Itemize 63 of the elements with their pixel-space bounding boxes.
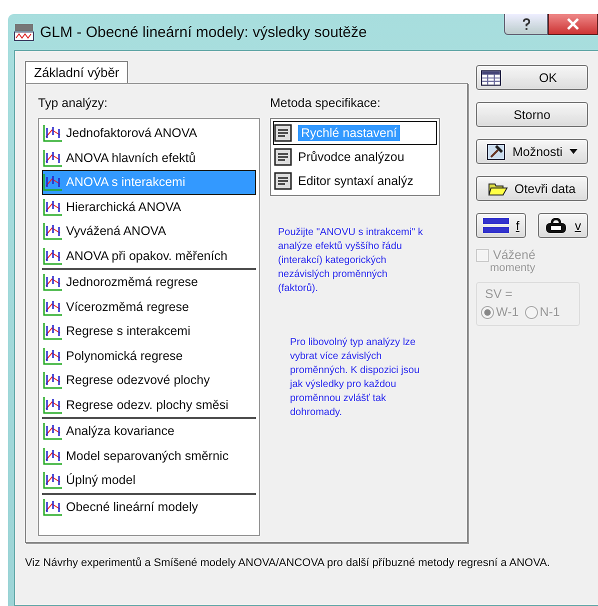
chart-icon: [43, 371, 63, 390]
chart-icon: [43, 148, 63, 167]
weights-button[interactable]: v: [538, 213, 588, 238]
chart-icon: [43, 173, 63, 192]
list-item[interactable]: Regrese odezv. plochy směsi: [42, 392, 256, 417]
chart-icon: [43, 222, 63, 240]
ok-button[interactable]: OK: [476, 65, 588, 90]
list-item[interactable]: Analýza kovariance: [42, 419, 256, 444]
folder-icon: [488, 180, 508, 196]
group-label: SV =: [485, 287, 512, 301]
chart-icon: [43, 396, 63, 414]
list-item[interactable]: Regrese s interakcemi: [42, 319, 256, 344]
list-item[interactable]: Hierarchická ANOVA: [42, 194, 256, 219]
list-item[interactable]: ANOVA při opakov. měřeních: [42, 244, 256, 268]
radio-label: N-1: [540, 305, 560, 319]
list-item[interactable]: Vícerozměmá regrese: [42, 294, 256, 319]
chart-icon: [43, 198, 63, 216]
list-item[interactable]: Regrese odezvové plochy: [42, 368, 256, 392]
chart-icon: [14, 23, 34, 41]
help-icon: [522, 18, 530, 30]
select-cases-button[interactable]: f: [476, 213, 526, 238]
list-item[interactable]: Vyvážená ANOVA: [42, 219, 256, 244]
document-icon: [274, 148, 292, 166]
section-label: Typ analýzy:: [38, 96, 108, 110]
chart-icon: [43, 298, 63, 316]
open-data-button[interactable]: Otevři data: [476, 176, 588, 201]
checkbox-label: Vážené: [493, 248, 536, 262]
list-item[interactable]: Obecné lineární modely: [42, 494, 256, 519]
table-icon: [481, 70, 501, 86]
chart-icon: [43, 446, 63, 465]
hint-text: Pro libovolný typ analýzy lze vybrat více závislých proměnných. K dispozici jsou jak výsledky pro každou proměnnou zvlášť tak dohromady.: [288, 336, 421, 420]
list-item[interactable]: Úplný model: [42, 468, 256, 492]
tab[interactable]: Základní výběr: [25, 61, 128, 83]
chart-icon: [43, 422, 63, 440]
radio-label: W-1: [496, 305, 519, 319]
options-button[interactable]: Možnosti: [476, 139, 588, 164]
chart-icon: [43, 471, 63, 490]
caret-icon: [568, 149, 578, 154]
chart-icon: [43, 246, 63, 265]
close-button[interactable]: [548, 14, 598, 35]
section-label: Metoda specifikace:: [270, 96, 382, 110]
document-icon: [274, 124, 292, 142]
hint-text: Použijte "ANOVU s intrakcemi" k analýze efektů vyššího řádu (interakcí) kategorických nezávislých proměnných (faktorů).: [277, 226, 424, 296]
list-item[interactable]: Jednofaktorová ANOVA: [42, 121, 256, 146]
hammer-icon: [486, 144, 506, 160]
cancel-button[interactable]: Storno: [476, 102, 588, 127]
chart-icon: [43, 124, 63, 142]
list-item[interactable]: ANOVA hlavních efektů: [42, 146, 256, 170]
list-item[interactable]: Model separovaných směrnic: [42, 444, 256, 468]
help-button[interactable]: [504, 14, 548, 35]
chart-icon: [43, 498, 63, 516]
document-icon: [274, 172, 292, 190]
checkbox-sublabel: momenty: [490, 262, 536, 274]
chart-icon: [43, 273, 63, 292]
chart-icon: [43, 346, 63, 365]
list-item[interactable]: Jednorozměmá regrese: [42, 270, 256, 294]
close-icon: [567, 18, 579, 30]
list-item[interactable]: Editor syntaxí analýz: [273, 169, 437, 193]
footer-note: Viz Návrhy experimentů a Smíšené modely ANOVA/ANCOVA pro další příbuzné metody regresní a ANOVA.: [25, 557, 551, 569]
list-item[interactable]: Polynomická regrese: [42, 344, 256, 368]
window-title: GLM - Obecné lineární modely: výsledky soutěže: [40, 24, 367, 40]
list-item[interactable]: Průvodce analýzou: [273, 145, 437, 169]
chart-icon: [43, 322, 63, 340]
